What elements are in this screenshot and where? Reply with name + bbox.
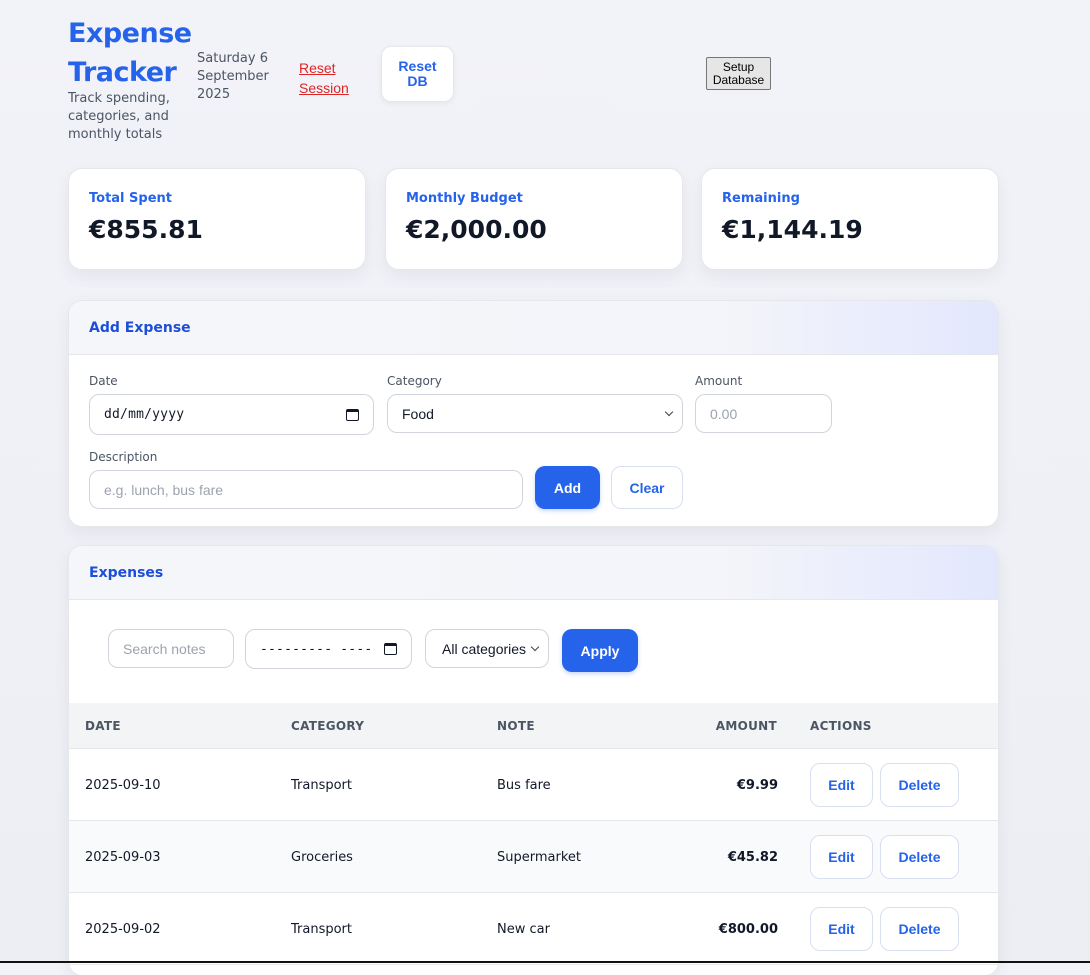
- delete-button[interactable]: Delete: [880, 907, 959, 951]
- clear-button[interactable]: Clear: [611, 466, 683, 509]
- current-date: Saturday 6 September 2025: [197, 51, 269, 102]
- row-amount: €45.82: [727, 850, 778, 865]
- column-header-note: NOTE: [497, 719, 535, 733]
- month-filter-input[interactable]: --------- ----: [245, 629, 412, 669]
- reset-db-button[interactable]: Reset DB: [381, 46, 454, 102]
- column-header-date: DATE: [85, 719, 121, 733]
- search-notes-placeholder: Search notes: [123, 640, 206, 657]
- edit-button[interactable]: Edit: [810, 835, 873, 879]
- amount-input[interactable]: 0.00: [695, 394, 832, 433]
- row-amount: €9.99: [736, 778, 778, 793]
- monthly-budget-card: Monthly Budget €2,000.00: [385, 168, 683, 270]
- date-label: Date: [89, 374, 118, 388]
- month-filter-placeholder: --------- ----: [260, 641, 373, 657]
- chevron-down-icon: [664, 407, 674, 416]
- table-header: DATE CATEGORY NOTE AMOUNT ACTIONS: [69, 703, 998, 749]
- add-expense-heading: Add Expense: [69, 301, 998, 355]
- stat-value: €855.81: [89, 215, 203, 244]
- remaining-card: Remaining €1,144.19: [701, 168, 999, 270]
- column-header-actions: ACTIONS: [810, 719, 872, 733]
- edit-button[interactable]: Edit: [810, 763, 873, 807]
- row-note: New car: [497, 922, 550, 937]
- stat-label: Monthly Budget: [406, 191, 523, 206]
- amount-placeholder: 0.00: [710, 405, 738, 422]
- total-spent-card: Total Spent €855.81: [68, 168, 366, 270]
- edit-button[interactable]: Edit: [810, 907, 873, 951]
- row-date: 2025-09-02: [85, 922, 161, 937]
- table-row: 2025-09-02 Transport New car €800.00 Edi…: [69, 893, 998, 965]
- stat-value: €2,000.00: [406, 215, 547, 244]
- calendar-icon[interactable]: [384, 643, 397, 655]
- date-input[interactable]: dd/mm/yyyy: [89, 394, 374, 435]
- row-note: Bus fare: [497, 778, 551, 793]
- row-date: 2025-09-10: [85, 778, 161, 793]
- column-header-amount: AMOUNT: [715, 719, 777, 733]
- table-row: 2025-09-03 Groceries Supermarket €45.82 …: [69, 821, 998, 893]
- table-row: 2025-09-10 Transport Bus fare €9.99 Edit…: [69, 749, 998, 821]
- category-filter-select[interactable]: All categories: [425, 629, 549, 668]
- row-category: Transport: [291, 778, 353, 793]
- app-subtitle: Track spending, categories, and monthly …: [68, 91, 170, 142]
- stat-label: Remaining: [722, 191, 800, 206]
- app-title: Expense Tracker: [68, 18, 192, 88]
- delete-button[interactable]: Delete: [880, 763, 959, 807]
- category-select-value: Food: [402, 405, 434, 422]
- row-category: Transport: [291, 922, 353, 937]
- delete-button[interactable]: Delete: [880, 835, 959, 879]
- stat-label: Total Spent: [89, 191, 172, 206]
- add-expense-panel: Add Expense Date dd/mm/yyyy Category Foo…: [68, 300, 999, 527]
- description-label: Description: [89, 450, 158, 464]
- expenses-heading: Expenses: [69, 546, 998, 600]
- category-select[interactable]: Food: [387, 394, 683, 433]
- date-input-placeholder: dd/mm/yyyy: [104, 407, 185, 422]
- row-amount: €800.00: [718, 922, 778, 937]
- add-button[interactable]: Add: [535, 466, 600, 509]
- row-note: Supermarket: [497, 850, 581, 865]
- setup-database-button[interactable]: Setup Database: [706, 57, 771, 90]
- reset-session-link[interactable]: Reset Session: [299, 58, 359, 98]
- description-input[interactable]: e.g. lunch, bus fare: [89, 470, 523, 509]
- row-category: Groceries: [291, 850, 353, 865]
- search-notes-input[interactable]: Search notes: [108, 629, 234, 668]
- category-filter-value: All categories: [442, 640, 527, 657]
- row-date: 2025-09-03: [85, 850, 161, 865]
- amount-label: Amount: [695, 374, 743, 388]
- apply-button[interactable]: Apply: [562, 629, 638, 672]
- calendar-icon[interactable]: [346, 408, 359, 421]
- description-placeholder: e.g. lunch, bus fare: [104, 481, 224, 498]
- chevron-down-icon: [530, 642, 540, 651]
- category-label: Category: [387, 374, 442, 388]
- stat-value: €1,144.19: [722, 215, 863, 244]
- column-header-category: CATEGORY: [291, 719, 365, 733]
- expenses-panel: Expenses Search notes --------- ---- All…: [68, 545, 999, 975]
